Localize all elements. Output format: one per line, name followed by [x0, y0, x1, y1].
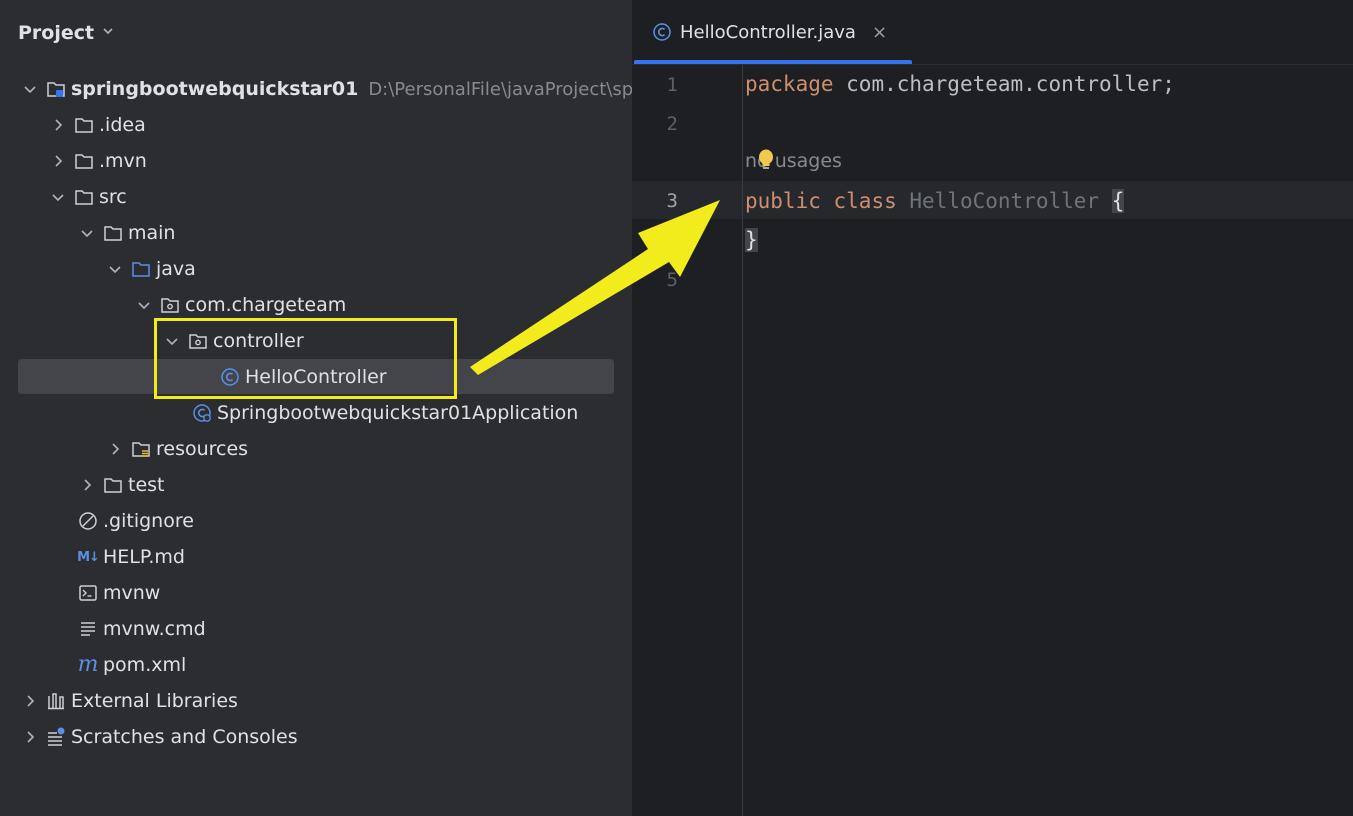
chevron-down-icon[interactable]: [50, 189, 66, 205]
library-icon: [46, 691, 66, 711]
tree-item-idea[interactable]: .idea: [0, 107, 632, 143]
tree-item-mvn[interactable]: .mvn: [0, 143, 632, 179]
tree-item-pom[interactable]: m pom.xml: [0, 647, 632, 683]
code-line-1[interactable]: package com.chargeteam.controller;: [745, 72, 1175, 96]
tree-item-label: resources: [156, 438, 249, 460]
folder-icon: [74, 151, 94, 171]
root-label: springbootwebquickstar01: [71, 78, 359, 100]
chevron-right-icon[interactable]: [79, 477, 95, 493]
tree-item-label: src: [99, 186, 127, 208]
text-file-icon: [78, 619, 98, 639]
tree-item-mvnw[interactable]: mvnw: [0, 575, 632, 611]
tree-item-main[interactable]: main: [0, 215, 632, 251]
tree-item-resources[interactable]: resources: [0, 431, 632, 467]
tree-item-scratches[interactable]: Scratches and Consoles: [0, 719, 632, 755]
tree-item-label: HelloController: [245, 366, 387, 388]
project-view-selector[interactable]: Project: [18, 20, 114, 46]
tree-item-label: com.chargeteam: [185, 294, 347, 316]
resources-folder-icon: [131, 439, 151, 459]
tree-item-gitignore[interactable]: .gitignore: [0, 503, 632, 539]
root-path: D:\PersonalFile\javaProject\sp: [368, 78, 632, 100]
terminal-script-icon: [78, 583, 98, 603]
chevron-down-icon[interactable]: [164, 333, 180, 349]
folder-icon: [103, 223, 123, 243]
tree-item-java[interactable]: java: [0, 251, 632, 287]
tree-item-help-md[interactable]: M↓ HELP.md: [0, 539, 632, 575]
chevron-down-icon[interactable]: [22, 81, 38, 97]
tree-item-controller[interactable]: controller: [0, 323, 632, 359]
ignore-file-icon: [78, 511, 98, 531]
tree-root[interactable]: springbootwebquickstar01 D:\PersonalFile…: [0, 71, 632, 107]
package-icon: [188, 331, 208, 351]
module-folder-icon: [46, 79, 66, 99]
close-icon[interactable]: ×: [872, 22, 887, 43]
tree-item-label: mvnw: [103, 582, 161, 604]
tree-item-external-libraries[interactable]: External Libraries: [0, 683, 632, 719]
tree-item-test[interactable]: test: [0, 467, 632, 503]
tree-item-label: pom.xml: [103, 654, 187, 676]
project-panel: Project springbootwebquickstar01 D:\Pers…: [0, 0, 632, 816]
chevron-right-icon[interactable]: [22, 729, 38, 745]
editor-tab[interactable]: HelloController.java ×: [634, 0, 912, 64]
tree-item-src[interactable]: src: [0, 179, 632, 215]
tree-item-package[interactable]: com.chargeteam: [0, 287, 632, 323]
close-brace: }: [745, 228, 758, 252]
tree-item-application[interactable]: Springbootwebquickstar01Application: [0, 395, 632, 431]
tree-item-label: main: [128, 222, 176, 244]
line-number: 1: [666, 74, 678, 96]
project-title: Project: [18, 22, 95, 44]
markdown-icon: M↓: [77, 547, 100, 567]
line-number: 3: [666, 190, 678, 212]
maven-icon: m: [77, 652, 99, 677]
keyword: package: [745, 72, 834, 96]
active-tab-indicator: [634, 60, 912, 64]
code-line-3[interactable]: public class HelloController {: [745, 189, 1125, 213]
line-number: 2: [666, 113, 678, 135]
spring-class-icon: [192, 403, 212, 423]
folder-icon: [74, 187, 94, 207]
class-name: HelloController: [909, 189, 1100, 213]
package-icon: [160, 295, 180, 315]
chevron-down-icon[interactable]: [107, 261, 123, 277]
tree-item-label: mvnw.cmd: [103, 618, 206, 640]
keyword: public: [745, 189, 821, 213]
tree-item-label: .idea: [99, 114, 146, 136]
keyword: class: [833, 189, 897, 213]
tree-item-label: .gitignore: [103, 510, 194, 532]
open-brace: {: [1111, 189, 1125, 213]
tree-item-label: test: [128, 474, 165, 496]
scratches-icon: [46, 727, 66, 747]
tree-item-label: .mvn: [99, 150, 147, 172]
chevron-down-icon[interactable]: [79, 225, 95, 241]
tree-item-mvnw-cmd[interactable]: mvnw.cmd: [0, 611, 632, 647]
chevron-right-icon[interactable]: [50, 153, 66, 169]
tree-item-label: HELP.md: [103, 546, 185, 568]
tree-item-hellocontroller[interactable]: HelloController: [0, 359, 632, 395]
chevron-right-icon[interactable]: [50, 117, 66, 133]
markdown-badge: M↓: [77, 549, 100, 565]
tab-label: HelloController.java: [680, 21, 856, 43]
tree-item-label: controller: [213, 330, 304, 352]
tree-item-label: Springbootwebquickstar01Application: [217, 402, 579, 424]
gutter-divider: [742, 65, 743, 816]
class-icon: [652, 22, 672, 42]
editor: HelloController.java × 1 2 3 5 package c…: [632, 0, 1353, 816]
tree-item-label: External Libraries: [71, 690, 238, 712]
maven-badge: m: [77, 652, 99, 677]
class-icon: [220, 367, 240, 387]
chevron-down-icon: [102, 25, 114, 41]
chevron-right-icon[interactable]: [22, 693, 38, 709]
chevron-down-icon[interactable]: [136, 297, 152, 313]
chevron-right-icon[interactable]: [107, 441, 123, 457]
editor-tab-bar: HelloController.java ×: [632, 0, 1353, 65]
source-folder-icon: [131, 259, 151, 279]
line-number: 5: [666, 269, 678, 291]
tree-item-label: java: [156, 258, 196, 280]
tree-item-label: Scratches and Consoles: [71, 726, 298, 748]
folder-icon: [74, 115, 94, 135]
lightbulb-icon[interactable]: [756, 148, 776, 172]
code-line-4[interactable]: }: [745, 228, 758, 252]
package-name: com.chargeteam.controller;: [833, 72, 1175, 96]
folder-icon: [103, 475, 123, 495]
